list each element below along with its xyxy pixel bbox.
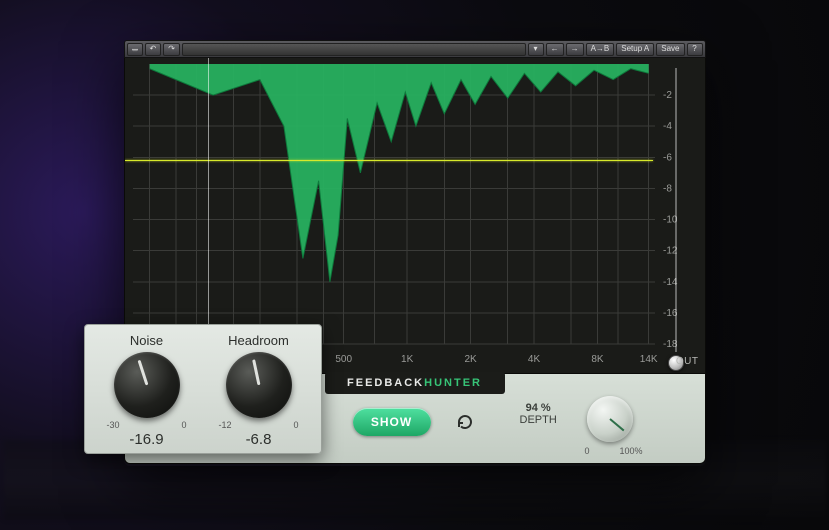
depth-scale-max: 100% (619, 446, 642, 456)
brand-part2: HUNTER (424, 377, 482, 389)
prev-preset-button[interactable]: ▾ (528, 43, 544, 56)
depth-scale-min: 0 (585, 446, 590, 456)
setup-button[interactable]: Setup A (616, 43, 654, 56)
brand-bar: FEEDBACKHUNTER (325, 372, 505, 394)
arrow-right-icon[interactable]: → (566, 43, 584, 56)
waves-logo-icon[interactable] (127, 43, 143, 56)
show-button[interactable]: SHOW (353, 408, 431, 436)
headroom-column: Headroom -12 0 -6.8 (203, 333, 315, 449)
svg-text:4K: 4K (527, 354, 540, 365)
noise-knob[interactable] (114, 352, 180, 418)
headroom-knob[interactable] (226, 352, 292, 418)
undo-button[interactable]: ↶ (145, 43, 162, 56)
noise-value: -16.9 (91, 431, 203, 448)
depth-label: DEPTH (520, 414, 557, 426)
help-button[interactable]: ? (687, 43, 703, 56)
noise-label: Noise (91, 333, 203, 348)
ab-compare-button[interactable]: A→B (586, 43, 615, 56)
headroom-value: -6.8 (203, 431, 315, 448)
output-slider-track (675, 68, 677, 352)
reset-button[interactable] (455, 412, 475, 432)
frequency-cursor[interactable] (208, 58, 209, 342)
headroom-scale-max: 0 (293, 420, 298, 430)
svg-text:1K: 1K (401, 354, 414, 365)
arrow-left-icon[interactable]: ← (546, 43, 564, 56)
toolbar: ↶ ↷ ▾ ← → A→B Setup A Save ? (124, 40, 706, 58)
svg-text:14K: 14K (639, 354, 657, 365)
save-button[interactable]: Save (656, 43, 684, 56)
noise-scale-min: -30 (107, 420, 120, 430)
svg-text:-4: -4 (663, 121, 672, 132)
preset-display[interactable] (182, 43, 526, 56)
svg-text:-6: -6 (663, 152, 672, 163)
brand-part1: FEEDBACK (347, 377, 424, 389)
svg-text:8K: 8K (591, 354, 604, 365)
plugin-window: ↶ ↷ ▾ ← → A→B Setup A Save ? -2-4-6-8-10… (124, 40, 706, 466)
out-label: OUT (676, 356, 699, 367)
depth-readout: 94 % DEPTH (520, 402, 557, 426)
threshold-line[interactable] (125, 160, 653, 161)
headroom-label: Headroom (203, 333, 315, 348)
depth-knob[interactable]: 0 100% (587, 396, 633, 442)
svg-text:-2: -2 (663, 90, 672, 101)
detail-card: Noise -30 0 -16.9 Headroom -12 0 -6.8 (84, 324, 322, 454)
headroom-scale-min: -12 (219, 420, 232, 430)
svg-text:-8: -8 (663, 183, 672, 194)
noise-scale-max: 0 (181, 420, 186, 430)
depth-value: 94 % (520, 402, 557, 414)
svg-text:2K: 2K (464, 354, 477, 365)
svg-text:500: 500 (335, 354, 352, 365)
noise-column: Noise -30 0 -16.9 (91, 333, 203, 449)
redo-button[interactable]: ↷ (163, 43, 180, 56)
